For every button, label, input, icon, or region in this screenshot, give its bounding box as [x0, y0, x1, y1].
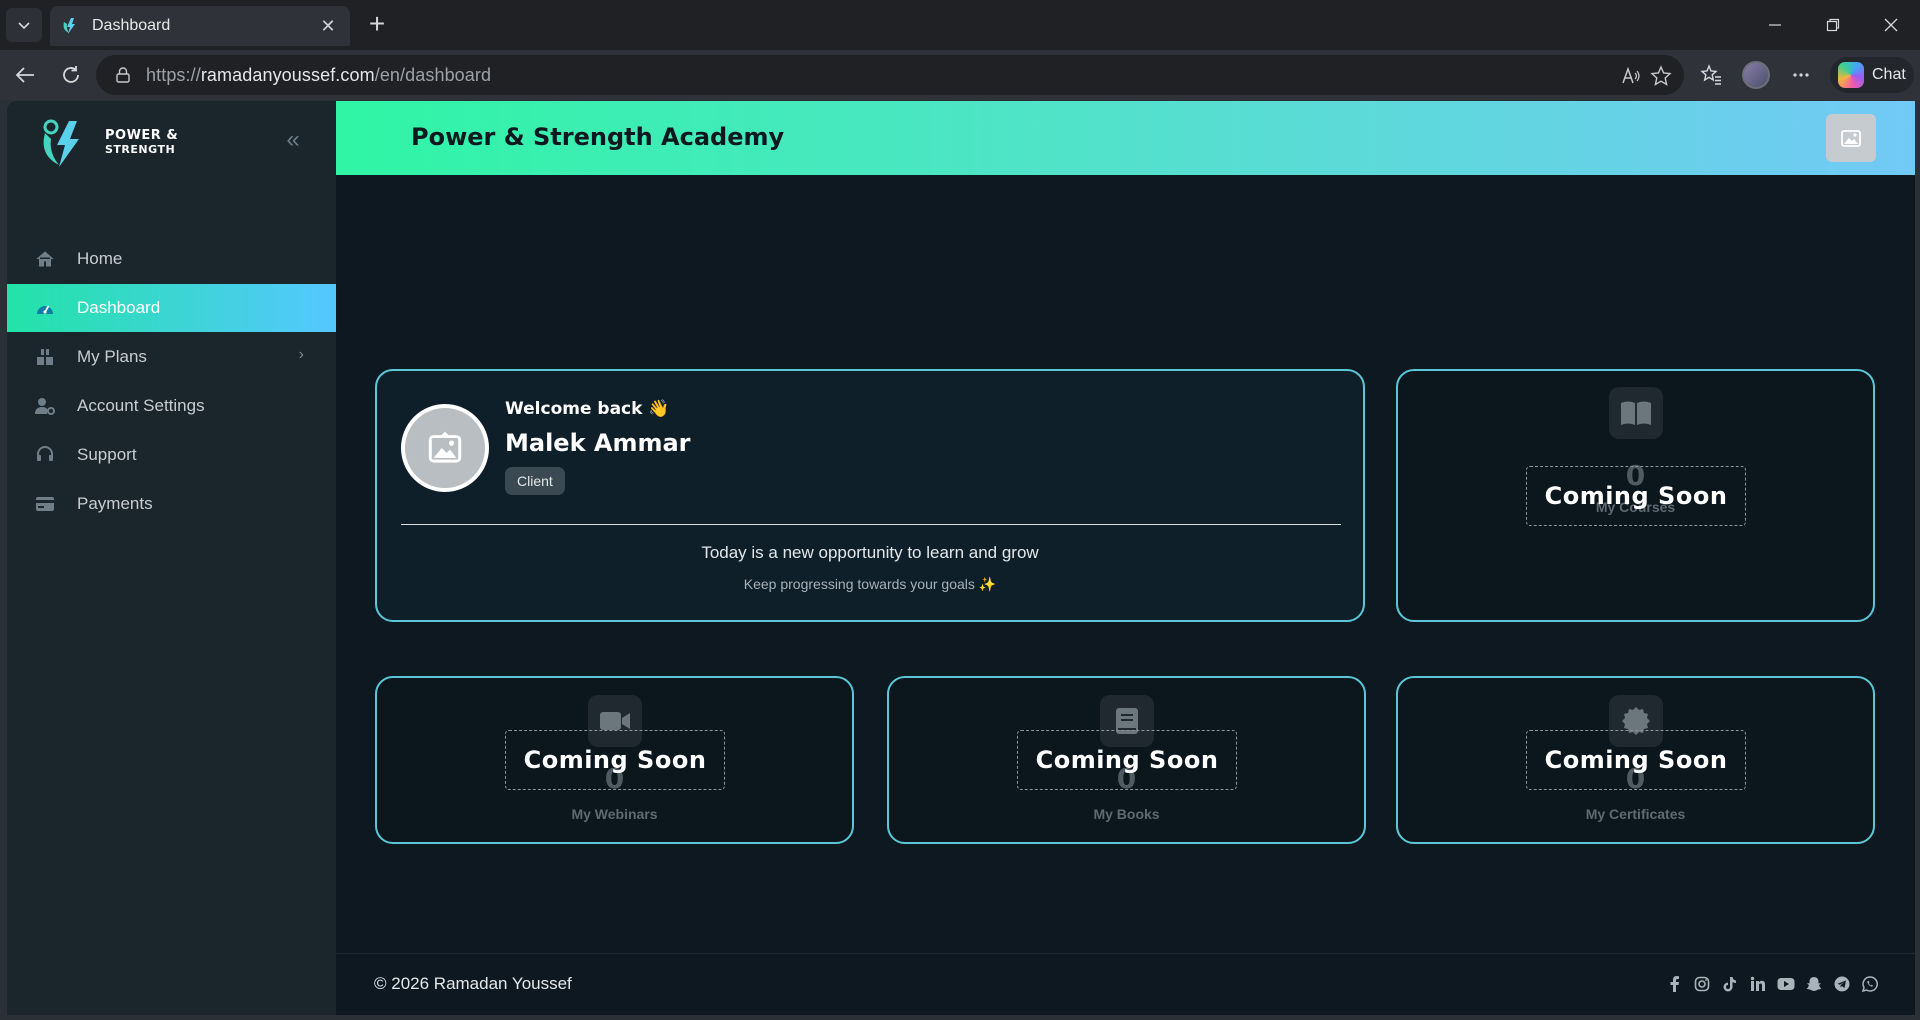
- coming-soon-overlay: Coming Soon: [1526, 730, 1746, 790]
- brand-logo[interactable]: POWER & STRENGTH: [35, 115, 178, 171]
- sidebar-item-label: Home: [77, 249, 123, 268]
- dashboard-gauge-icon: [35, 298, 55, 318]
- chat-label: Chat: [1872, 66, 1906, 83]
- welcome-card: Welcome back 👋 Malek Ammar Client Today …: [375, 369, 1365, 622]
- url-scheme: https://: [146, 64, 201, 85]
- stat-card-books: 0 My Books Coming Soon: [887, 676, 1366, 844]
- stat-card-certificates: 0 My Certificates Coming Soon: [1396, 676, 1875, 844]
- role-badge: Client: [505, 467, 565, 495]
- chevron-right-icon: ›: [298, 346, 304, 363]
- favorites-icon[interactable]: [1698, 62, 1724, 88]
- tab-list-button[interactable]: [6, 8, 42, 42]
- plans-icon: [35, 347, 55, 367]
- image-placeholder-icon: [428, 431, 462, 463]
- browser-toolbar: https://ramadanyoussef.com/en/dashboard …: [0, 50, 1920, 100]
- copilot-chat-button[interactable]: Chat: [1830, 57, 1914, 93]
- linkedin-icon[interactable]: [1749, 975, 1767, 993]
- sidebar-item-account-settings[interactable]: Account Settings: [7, 382, 336, 430]
- new-tab-icon[interactable]: +: [362, 10, 392, 40]
- favorite-star-icon[interactable]: [1650, 65, 1672, 87]
- more-options-icon[interactable]: [1788, 62, 1814, 88]
- sidebar-item-my-plans[interactable]: My Plans ›: [7, 333, 336, 381]
- chevron-down-icon: [18, 22, 30, 30]
- stat-label: My Webinars: [571, 806, 658, 822]
- address-bar[interactable]: https://ramadanyoussef.com/en/dashboard: [96, 55, 1684, 95]
- top-header: Power & Strength Academy: [336, 101, 1915, 175]
- youtube-icon[interactable]: [1777, 975, 1795, 993]
- close-window-icon[interactable]: [1866, 8, 1916, 42]
- brand-line1: POWER &: [105, 128, 179, 143]
- page: POWER & STRENGTH « Home Dashboard My Pla…: [7, 101, 1915, 1015]
- site-info-icon[interactable]: [114, 66, 132, 84]
- read-aloud-icon[interactable]: [1620, 65, 1642, 87]
- facebook-icon[interactable]: [1665, 975, 1683, 993]
- welcome-greeting: Welcome back 👋: [505, 399, 670, 419]
- welcome-submessage: Keep progressing towards your goals ✨: [743, 576, 997, 592]
- stat-label: My Certificates: [1585, 806, 1686, 822]
- divider: [401, 524, 1341, 525]
- stat-card-webinars: 0 My Webinars Coming Soon: [375, 676, 854, 844]
- coming-soon-overlay: Coming Soon: [1526, 466, 1746, 526]
- sidebar-item-label: Account Settings: [77, 396, 205, 415]
- brand-line2: STRENGTH: [105, 143, 176, 156]
- coming-soon-overlay: Coming Soon: [1017, 730, 1237, 790]
- whatsapp-icon[interactable]: [1861, 975, 1879, 993]
- sidebar-item-label: Payments: [77, 494, 153, 513]
- welcome-message: Today is a new opportunity to learn and …: [701, 543, 1039, 562]
- main-content: Power & Strength Academy Welcome back 👋 …: [336, 101, 1915, 1015]
- home-icon: [35, 249, 55, 269]
- sidebar-item-label: Support: [77, 445, 137, 464]
- sidebar-nav: Home Dashboard My Plans › Account Settin…: [7, 235, 336, 529]
- refresh-icon[interactable]: [58, 62, 84, 88]
- copilot-icon: [1838, 62, 1864, 88]
- minimize-icon[interactable]: [1750, 8, 1800, 42]
- telegram-icon[interactable]: [1833, 975, 1851, 993]
- sidebar-item-payments[interactable]: Payments: [7, 480, 336, 528]
- copyright: © 2026 Ramadan Youssef: [374, 974, 572, 993]
- headset-icon: [35, 445, 55, 465]
- profile-avatar[interactable]: [1742, 61, 1770, 89]
- page-title: Power & Strength Academy: [411, 123, 785, 151]
- lightning-logo-icon: [43, 119, 79, 167]
- browser-tab-dashboard[interactable]: Dashboard ✕: [50, 6, 350, 46]
- stat-label: My Books: [1093, 806, 1160, 822]
- restore-icon[interactable]: [1808, 8, 1858, 42]
- collapse-sidebar-icon[interactable]: «: [279, 127, 307, 155]
- url-text: https://ramadanyoussef.com/en/dashboard: [146, 65, 491, 86]
- back-arrow-icon[interactable]: [12, 62, 38, 88]
- browser-tabbar: Dashboard ✕ +: [0, 0, 1920, 50]
- site-favicon-icon: [63, 18, 75, 34]
- url-path: /en/dashboard: [374, 64, 492, 85]
- user-gear-icon: [35, 396, 55, 416]
- sidebar-item-label: My Plans: [77, 347, 147, 366]
- coming-soon-overlay: Coming Soon: [505, 730, 725, 790]
- avatar: [401, 404, 489, 492]
- user-avatar-button[interactable]: [1826, 114, 1876, 162]
- footer: © 2026 Ramadan Youssef: [336, 953, 1915, 1015]
- snapchat-icon[interactable]: [1805, 975, 1823, 993]
- instagram-icon[interactable]: [1693, 975, 1711, 993]
- url-host: ramadanyoussef.com: [200, 64, 375, 85]
- tab-close-icon[interactable]: ✕: [316, 16, 340, 37]
- book-open-icon: [1609, 387, 1663, 439]
- sidebar-item-home[interactable]: Home: [7, 235, 336, 283]
- sidebar: POWER & STRENGTH « Home Dashboard My Pla…: [7, 101, 336, 1015]
- sidebar-item-dashboard[interactable]: Dashboard: [7, 284, 336, 332]
- tab-title: Dashboard: [92, 17, 171, 34]
- sidebar-item-support[interactable]: Support: [7, 431, 336, 479]
- user-name: Malek Ammar: [505, 429, 691, 457]
- credit-card-icon: [35, 494, 55, 514]
- social-links: [1655, 975, 1879, 993]
- stat-card-courses: 0 My Courses Coming Soon: [1396, 369, 1875, 622]
- brand-name: POWER & STRENGTH: [105, 129, 178, 157]
- image-placeholder-icon: [1841, 130, 1861, 147]
- sidebar-item-label: Dashboard: [77, 298, 161, 317]
- tiktok-icon[interactable]: [1721, 975, 1739, 993]
